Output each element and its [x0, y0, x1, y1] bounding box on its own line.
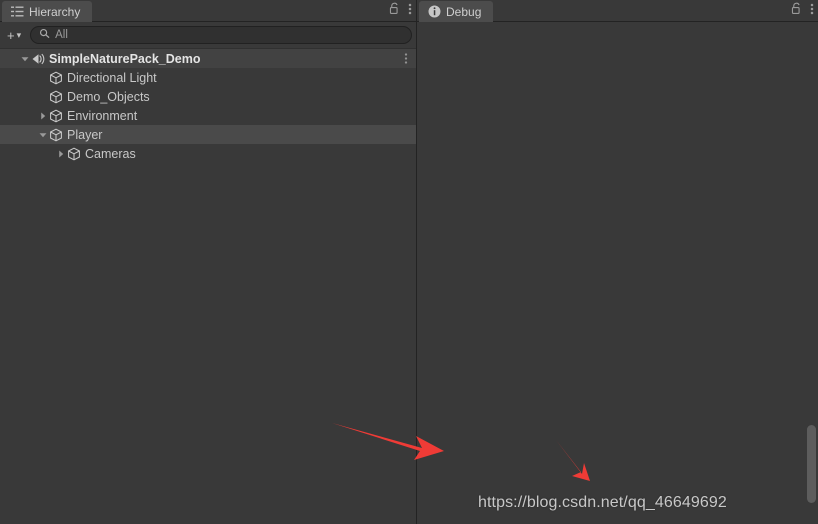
hierarchy-tabbar: Hierarchy: [0, 0, 416, 22]
hierarchy-item-label: Player: [67, 127, 103, 142]
kebab-menu-icon[interactable]: [404, 52, 408, 68]
hierarchy-item-label: Demo_Objects: [67, 89, 150, 104]
hierarchy-tree[interactable]: SimpleNaturePack_Demo Directional Light De…: [0, 49, 416, 524]
search-input[interactable]: All: [30, 26, 412, 44]
hierarchy-item-label: SimpleNaturePack_Demo: [49, 51, 201, 66]
gameobject-icon: [49, 90, 63, 104]
hierarchy-item-cameras[interactable]: Cameras: [0, 144, 416, 163]
editor-window: Hierarchy + ▾ All SimpleNaturePack_Demo …: [0, 0, 818, 524]
gameobject-icon: [49, 109, 63, 123]
create-button-label: +: [7, 27, 15, 43]
lock-open-icon[interactable]: [389, 2, 400, 20]
debug-inspector-panel: Debug: [416, 0, 818, 524]
hierarchy-toolbar: + ▾ All: [0, 22, 416, 49]
search-icon: [39, 26, 50, 44]
tab-hierarchy[interactable]: Hierarchy: [2, 1, 93, 22]
inspector-scrollbar[interactable]: [807, 425, 816, 503]
hierarchy-tab-actions: [389, 0, 412, 22]
gameobject-icon: [49, 71, 63, 85]
hierarchy-item-simplenaturepack-demo[interactable]: SimpleNaturePack_Demo: [0, 49, 416, 68]
kebab-menu-icon[interactable]: [810, 2, 814, 21]
chevron-right-icon[interactable]: [36, 106, 49, 125]
hierarchy-item-directional-light[interactable]: Directional Light: [0, 68, 416, 87]
chevron-down-icon[interactable]: [36, 125, 49, 144]
watermark-text: https://blog.csdn.net/qq_46649692: [478, 494, 727, 511]
hierarchy-item-label: Directional Light: [67, 70, 157, 85]
debug-tabbar: Debug: [417, 0, 818, 22]
tab-debug[interactable]: Debug: [419, 1, 494, 22]
chevron-down-icon: ▾: [16, 29, 22, 40]
tab-hierarchy-label: Hierarchy: [29, 4, 81, 19]
hierarchy-item-label: Cameras: [85, 146, 136, 161]
gameobject-icon: [67, 147, 81, 161]
hierarchy-panel: Hierarchy + ▾ All SimpleNaturePack_Demo …: [0, 0, 416, 524]
gameobject-icon: [49, 128, 63, 142]
chevron-right-icon[interactable]: [54, 144, 67, 163]
create-button[interactable]: + ▾: [4, 27, 24, 44]
info-icon: [428, 5, 441, 18]
search-input-placeholder: All: [55, 29, 68, 41]
tab-debug-label: Debug: [446, 4, 482, 19]
hierarchy-item-demo-objects[interactable]: Demo_Objects: [0, 87, 416, 106]
hierarchy-item-environment[interactable]: Environment: [0, 106, 416, 125]
scene-icon: [31, 52, 45, 66]
kebab-menu-icon[interactable]: [408, 2, 412, 21]
chevron-down-icon[interactable]: [18, 49, 31, 68]
debug-tab-actions: [791, 0, 814, 22]
hierarchy-item-player[interactable]: Player: [0, 125, 416, 144]
lock-open-icon[interactable]: [791, 2, 802, 20]
hierarchy-item-label: Environment: [67, 108, 138, 123]
hierarchy-icon: [11, 5, 24, 18]
